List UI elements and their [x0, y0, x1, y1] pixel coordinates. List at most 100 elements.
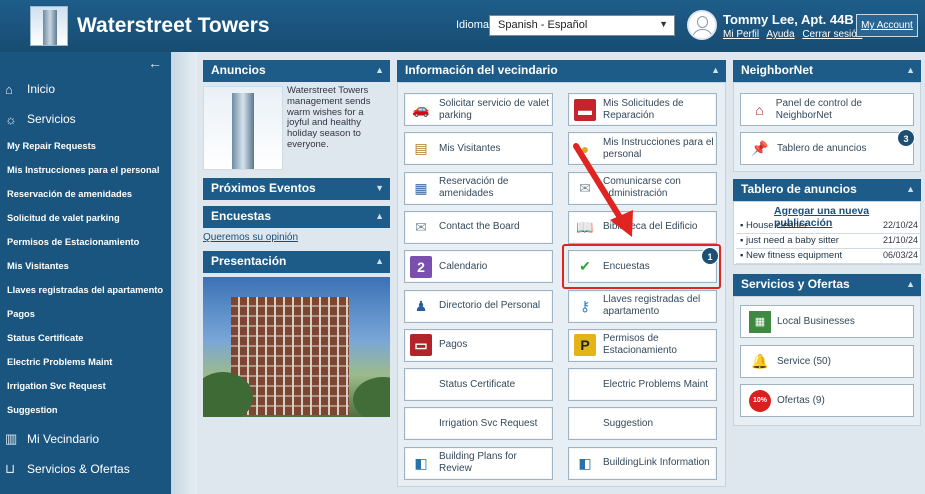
tile-label: Panel de control de NeighborNet	[775, 97, 862, 121]
tile-label: Llaves registradas del apartamento	[603, 294, 701, 317]
survey-link[interactable]: Queremos su opinión	[203, 232, 298, 243]
tile-label: Local Businesses	[777, 316, 855, 327]
neighbornet-header[interactable]: NeighborNet ▲	[733, 60, 921, 82]
eventos-header[interactable]: Próximos Eventos ▼	[203, 178, 390, 200]
anuncios-header[interactable]: Anuncios ▲	[203, 60, 390, 82]
basket-icon: ⊔	[5, 461, 16, 476]
collapse-icon[interactable]: ▲	[906, 279, 915, 289]
vecindario-header[interactable]: Información del vecindario ▲	[397, 60, 726, 82]
sidebar-subitem[interactable]: My Repair Requests	[7, 141, 96, 151]
board-row[interactable]: ▪ just need a baby sitter 21/10/24	[736, 234, 920, 249]
sidebar-subitem[interactable]: Irrigation Svc Request	[7, 381, 106, 391]
house-icon: ⌂	[755, 101, 764, 118]
sidebar-shadow	[171, 52, 197, 494]
collapse-icon[interactable]: ▲	[906, 184, 915, 194]
board-row[interactable]: ▪ House cleaner 22/10/24	[736, 219, 920, 234]
tile-permisos-de-estacionamiento[interactable]: P Permisos de Estacionamiento	[568, 328, 717, 362]
presentacion-title: Presentación	[211, 254, 287, 268]
local-businesses-tile[interactable]: ▦ Local Businesses	[740, 305, 914, 338]
service-tile[interactable]: 🔔 Service (50)	[740, 345, 914, 378]
tile-mis-visitantes[interactable]: ▤ Mis Visitantes	[404, 132, 553, 166]
help-link[interactable]: Ayuda	[766, 29, 794, 40]
sidebar-subitem[interactable]: Reservación de amenidades	[7, 189, 132, 199]
my-account-button[interactable]: My Account	[856, 14, 918, 37]
cube-icon: ◧	[414, 454, 428, 471]
empty-icon-slot	[574, 374, 596, 396]
avatar[interactable]	[687, 10, 717, 40]
collapse-icon[interactable]: ▲	[375, 256, 384, 266]
services-icon: ☼	[5, 111, 17, 127]
sidebar-subitem[interactable]: Suggestion	[7, 405, 58, 415]
calendar-grid-icon: ▦	[414, 179, 428, 196]
tile-suggestion[interactable]: Suggestion	[568, 407, 717, 441]
board-row[interactable]: ▪ New fitness equipment 06/03/24	[736, 249, 920, 264]
tile-contact-the-board[interactable]: ✉ Contact the Board	[404, 210, 553, 244]
bell-icon: 🔔	[751, 353, 769, 369]
tile-irrigation-svc-request[interactable]: Irrigation Svc Request	[404, 407, 553, 441]
tile-label: Directorio del Personal	[439, 300, 541, 311]
tile-llaves-registradas-del-apartamento[interactable]: ⚷ Llaves registradas del apartamento	[568, 289, 717, 323]
board-post-date: 22/10/24	[882, 220, 918, 230]
sidebar-item-inicio[interactable]: ⌂ Inicio	[5, 78, 55, 100]
tile-label: BuildingLink Information	[603, 457, 710, 469]
collapse-icon[interactable]: ▲	[375, 211, 384, 221]
tile-solicitar-servicio-de-valet-parking[interactable]: 🚗 Solicitar servicio de valet parking	[404, 93, 553, 126]
sidebar: ← ⌂ Inicio ☼ Servicios My Repair Request…	[0, 52, 171, 494]
sidebar-item-mi-vecindario[interactable]: ▥ Mi Vecindario	[5, 428, 99, 450]
tile-status-certificate[interactable]: Status Certificate	[404, 368, 553, 402]
sidebar-subitem[interactable]: Status Certificate	[7, 333, 83, 343]
tile-label: Permisos de Estacionamiento	[603, 333, 677, 357]
sidebar-item-servicios-ofertas[interactable]: ⊔ Servicios & Ofertas	[5, 458, 130, 480]
user-name: Tommy Lee, Apt. 44B	[723, 12, 854, 27]
sidebar-subitem[interactable]: Electric Problems Maint	[7, 357, 112, 367]
sidebar-item-label: Inicio	[27, 82, 56, 96]
building-logo[interactable]	[30, 6, 68, 46]
collapse-sidebar-icon[interactable]: ←	[148, 55, 162, 71]
logout-link[interactable]: Cerrar sesión	[802, 29, 862, 40]
sidebar-subitem[interactable]: Solicitud de valet parking	[7, 213, 120, 223]
collapse-icon[interactable]: ▲	[906, 65, 915, 75]
home-icon: ⌂	[5, 81, 13, 97]
tile-directorio-del-personal[interactable]: ♟ Directorio del Personal	[404, 289, 553, 323]
red-arrow-icon	[573, 143, 633, 237]
sidebar-item-servicios[interactable]: ☼ Servicios	[5, 108, 76, 130]
building-icon: ▥	[5, 431, 18, 446]
tile-reservaci-n-de-amenidades[interactable]: ▦ Reservación de amenidades	[404, 171, 553, 205]
site-title[interactable]: Waterstreet Towers	[77, 14, 270, 38]
tile-electric-problems-maint[interactable]: Electric Problems Maint	[568, 368, 717, 402]
tile-buildinglink-information[interactable]: ◧ BuildingLink Information	[568, 446, 717, 480]
collapse-icon[interactable]: ▲	[375, 65, 384, 75]
board-post-date: 06/03/24	[882, 250, 918, 260]
encuestas-badge: 1	[701, 247, 719, 265]
sidebar-subitem[interactable]: Pagos	[7, 309, 35, 319]
top-bar: Waterstreet Towers Idioma: Spanish - Esp…	[0, 0, 925, 52]
presentacion-header[interactable]: Presentación ▲	[203, 251, 390, 273]
dropdown-arrow-icon: ▼	[659, 19, 668, 29]
bulletin-board-tile[interactable]: 📌 Tablero de anuncios	[740, 132, 914, 165]
envelope-icon: ✉	[415, 218, 427, 235]
sidebar-subitem[interactable]: Mis Instrucciones para el personal	[7, 165, 159, 175]
expand-icon[interactable]: ▼	[375, 183, 384, 193]
sidebar-subitem[interactable]: Mis Visitantes	[7, 261, 69, 271]
sidebar-subitem[interactable]: Llaves registradas del apartamento	[7, 285, 163, 295]
tablero-header[interactable]: Tablero de anuncios ▲	[733, 179, 921, 201]
tile-calendario[interactable]: 2 Calendario	[404, 250, 553, 284]
visitors-icon: ▤	[414, 140, 428, 157]
tile-mis-solicitudes-de-reparaci-n[interactable]: ▬ Mis Solicitudes de Reparación	[568, 93, 717, 126]
neighbornet-dashboard-tile[interactable]: ⌂ Panel de control de NeighborNet	[740, 93, 914, 126]
sidebar-subitem[interactable]: Permisos de Estacionamiento	[7, 237, 139, 247]
encuestas-highlight	[562, 244, 721, 289]
collapse-icon[interactable]: ▲	[711, 65, 720, 75]
app-root: Waterstreet Towers Idioma: Spanish - Esp…	[0, 0, 925, 494]
tile-label: Mis Visitantes	[439, 142, 501, 154]
tile-building-plans-for-review[interactable]: ◧ Building Plans for Review	[404, 446, 553, 480]
offers-tile[interactable]: 10% Ofertas (9)	[740, 384, 914, 417]
tile-pagos[interactable]: ▭ Pagos	[404, 328, 553, 362]
encuestas-header[interactable]: Encuestas ▲	[203, 206, 390, 228]
tile-label: Solicitar servicio de valet parking	[439, 97, 550, 121]
ofertas-header[interactable]: Servicios y Ofertas ▲	[733, 274, 921, 296]
language-select[interactable]: Spanish - Español ▼	[489, 15, 675, 36]
shops-icon: ▦	[749, 310, 771, 333]
my-profile-link[interactable]: Mi Perfil	[723, 29, 759, 40]
user-links: Mi Perfil Ayuda Cerrar sesión	[723, 29, 867, 40]
